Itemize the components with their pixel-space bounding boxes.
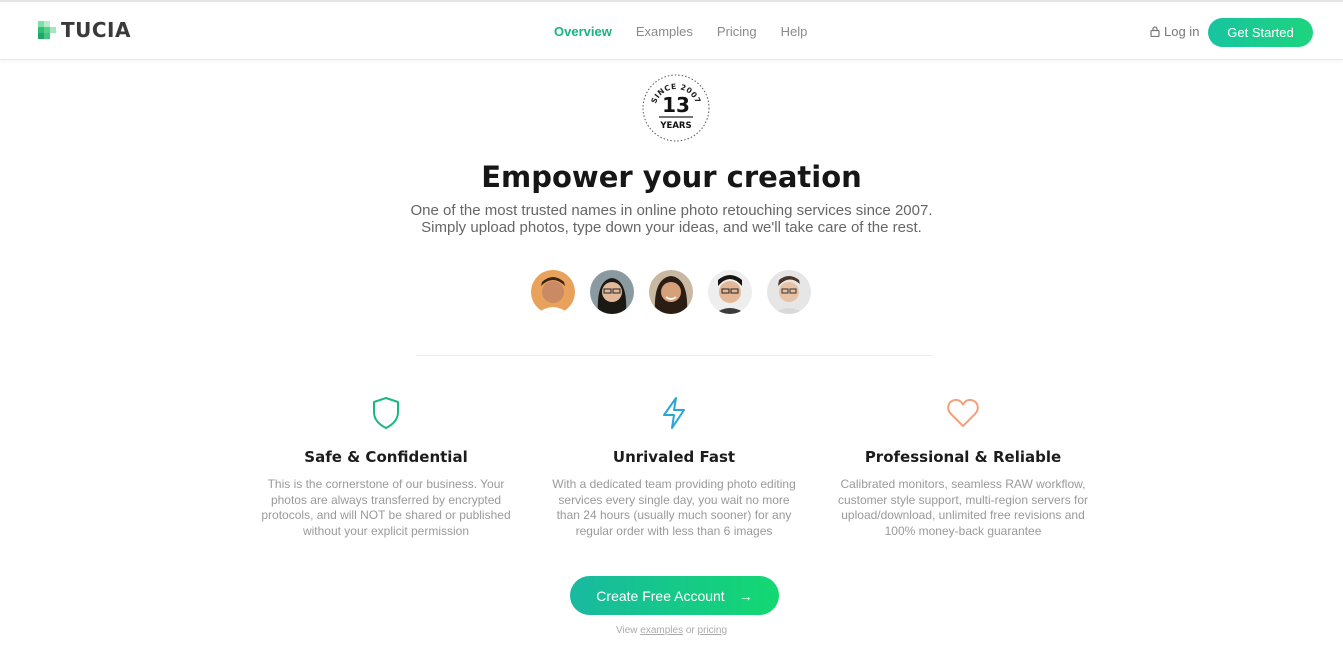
page: TUCIA Overview Examples Pricing Help Log… <box>0 0 1343 649</box>
cta-label: Create Free Account <box>596 587 725 604</box>
avatar <box>531 270 575 314</box>
badge-bottom-text: YEARS <box>659 121 691 131</box>
view-links: View examples or pricing <box>0 625 1343 636</box>
arrow-right-icon: → <box>738 587 753 604</box>
main-nav: Overview Examples Pricing Help <box>554 24 831 39</box>
section-divider <box>416 355 933 356</box>
hero-subtitle-line2: Simply upload photos, type down your ide… <box>421 219 922 236</box>
nav-help[interactable]: Help <box>781 24 808 39</box>
pricing-link[interactable]: pricing <box>698 625 727 636</box>
lock-icon <box>1150 26 1160 37</box>
brand-logo[interactable]: TUCIA <box>38 18 131 42</box>
hero-subtitle-line1: One of the most trusted names in online … <box>410 202 933 219</box>
hero-headline: Empower your creation <box>481 160 862 194</box>
top-navbar: TUCIA Overview Examples Pricing Help Log… <box>0 2 1343 60</box>
team-avatars <box>531 270 826 314</box>
shield-icon <box>373 397 399 429</box>
nav-examples[interactable]: Examples <box>636 24 693 39</box>
avatar <box>767 270 811 314</box>
nav-pricing[interactable]: Pricing <box>717 24 757 39</box>
logo-mark-icon <box>38 21 56 39</box>
feature-title: Professional & Reliable <box>864 448 1062 466</box>
view-prefix: View <box>615 625 638 636</box>
feature-unrivaled-fast: Unrivaled Fast With a dedicated team pro… <box>544 395 804 539</box>
examples-link[interactable]: examples <box>640 625 683 636</box>
badge-number: 13 <box>662 93 690 117</box>
feature-title: Safe & Confidential <box>304 448 468 466</box>
avatar <box>708 270 752 314</box>
create-free-account-button[interactable]: Create Free Account → <box>570 576 779 615</box>
login-link[interactable]: Log in <box>1150 24 1199 39</box>
feature-title: Unrivaled Fast <box>612 448 736 466</box>
avatar <box>590 270 634 314</box>
heart-icon <box>947 398 979 427</box>
view-or: or <box>685 625 695 636</box>
lightning-icon <box>663 397 685 429</box>
feature-text: This is the cornerstone of our business.… <box>261 477 511 538</box>
nav-overview[interactable]: Overview <box>554 24 612 39</box>
brand-name: TUCIA <box>61 18 131 42</box>
feature-text: Calibrated monitors, seamless RAW workfl… <box>837 477 1089 538</box>
feature-professional-reliable: Professional & Reliable Calibrated monit… <box>833 395 1093 539</box>
feature-text: With a dedicated team providing photo ed… <box>552 477 796 538</box>
login-label: Log in <box>1164 24 1200 39</box>
get-started-button[interactable]: Get Started <box>1208 18 1313 47</box>
feature-safe-confidential: Safe & Confidential This is the cornerst… <box>256 395 516 539</box>
avatar <box>649 270 693 314</box>
since-2007-badge: SINCE 2007 13 YEARS <box>641 73 711 143</box>
